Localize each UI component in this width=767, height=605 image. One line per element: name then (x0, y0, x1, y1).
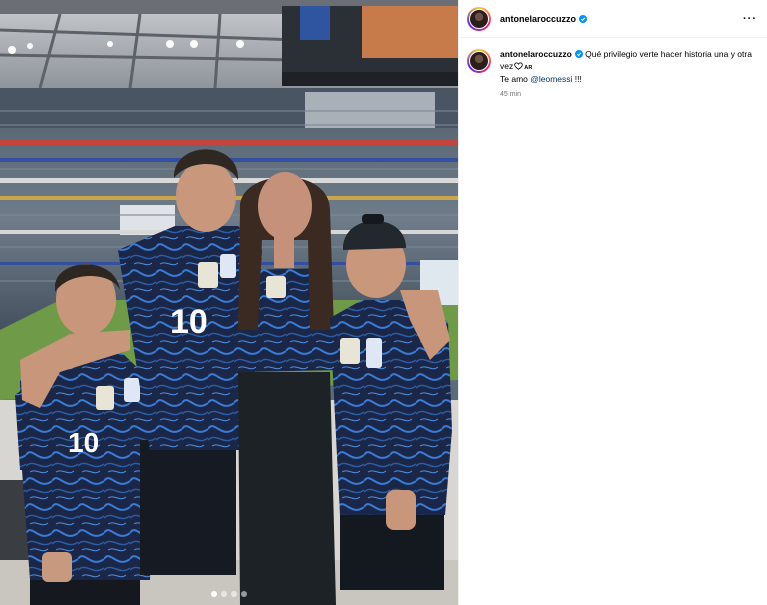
carousel-dot[interactable] (231, 591, 237, 597)
author-username[interactable]: antonelaroccuzzo (500, 14, 576, 24)
flag-emoji: AR (524, 64, 533, 71)
mention-link[interactable]: @leomessi (530, 74, 572, 84)
caption: antonelaroccuzzo Qué privilegio verte ha… (459, 38, 767, 100)
carousel-dot[interactable] (221, 591, 227, 597)
post-header: antonelaroccuzzo ··· (459, 0, 767, 38)
person-woman (238, 172, 340, 605)
svg-text:10: 10 (170, 303, 208, 341)
caption-body: antonelaroccuzzo Qué privilegio verte ha… (500, 49, 755, 100)
carousel-dot[interactable] (211, 591, 217, 597)
post-photo[interactable]: 10 10 (0, 0, 458, 605)
caption-text-prefix: Te amo (500, 74, 531, 84)
carousel-dots[interactable] (0, 591, 458, 597)
caption-text-suffix: !!! (572, 74, 582, 84)
caption-avatar[interactable] (467, 49, 491, 73)
avatar[interactable] (467, 6, 491, 31)
heart-outline-icon (514, 61, 524, 70)
caption-username[interactable]: antonelaroccuzzo (500, 49, 572, 59)
post-timestamp[interactable]: 45 min (500, 89, 755, 101)
carousel-dot[interactable] (241, 591, 247, 597)
more-options-icon[interactable]: ··· (743, 13, 757, 25)
post-side-panel: antonelaroccuzzo ··· antonelaroccuzzo Qu… (458, 0, 767, 605)
verified-badge-icon (579, 14, 588, 23)
svg-text:10: 10 (68, 427, 99, 458)
stadium-family-photo: 10 10 (0, 0, 458, 605)
instagram-post: 10 10 antonelaroccuzzo ··· antonelaroccu… (0, 0, 767, 605)
verified-badge-icon (574, 50, 583, 58)
